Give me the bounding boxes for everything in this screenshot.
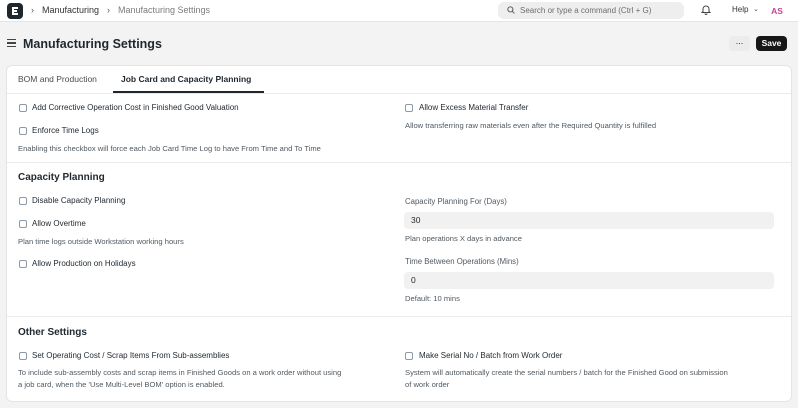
operating-cost-from-subassemblies-label: Set Operating Cost / Scrap Items From Su… [32, 351, 230, 360]
corrective-cost-label: Add Corrective Operation Cost in Finishe… [32, 103, 239, 112]
more-actions-button[interactable]: ... [729, 36, 750, 51]
time-between-operations-input[interactable]: 0 [404, 272, 774, 289]
notification-bell-icon[interactable] [701, 4, 711, 15]
breadcrumb-manufacturing-settings[interactable]: Manufacturing Settings [118, 5, 210, 15]
breadcrumb-chevron-icon: › [107, 5, 110, 15]
breadcrumb-chevron-icon: › [31, 5, 34, 15]
capacity-planning-days-label: Capacity Planning For (Days) [405, 197, 507, 206]
make-serial-batch-label: Make Serial No / Batch from Work Order [419, 351, 563, 360]
search-placeholder: Search or type a command (Ctrl + G) [520, 6, 652, 15]
capacity-planning-days-description: Plan operations X days in advance [405, 234, 522, 243]
capacity-planning-section-title: Capacity Planning [18, 172, 105, 183]
chevron-down-icon[interactable]: ⌄ [753, 5, 759, 13]
disable-capacity-planning-label: Disable Capacity Planning [32, 196, 126, 205]
time-between-operations-description: Default: 10 mins [405, 294, 460, 303]
user-avatar[interactable]: AS [768, 3, 786, 19]
search-bar[interactable]: Search or type a command (Ctrl + G) [498, 2, 684, 19]
save-button[interactable]: Save [756, 36, 787, 51]
other-settings-section-title: Other Settings [18, 327, 87, 338]
tab-bom-and-production[interactable]: BOM and Production [18, 74, 97, 84]
disable-capacity-planning-checkbox[interactable] [19, 197, 27, 205]
make-serial-batch-description-line-1: System will automatically create the ser… [405, 368, 728, 377]
allow-overtime-label: Allow Overtime [32, 219, 86, 228]
section-divider [7, 162, 791, 163]
breadcrumb-manufacturing[interactable]: Manufacturing [42, 5, 99, 15]
make-serial-batch-description-line-2: of work order [405, 380, 450, 389]
allow-overtime-description: Plan time logs outside Workstation worki… [18, 237, 184, 246]
section-divider [7, 316, 791, 317]
allow-excess-transfer-description: Allow transferring raw materials even af… [405, 121, 657, 130]
help-menu[interactable]: Help [732, 5, 748, 14]
page-title: Manufacturing Settings [23, 37, 162, 51]
tabs-divider [7, 93, 791, 94]
enforce-time-logs-description: Enabling this checkbox will force each J… [18, 144, 321, 153]
operating-cost-from-subassemblies-checkbox[interactable] [19, 352, 27, 360]
top-navbar: › Manufacturing › Manufacturing Settings… [0, 0, 798, 22]
operating-cost-description-line-2: a job card, when the 'Use Multi-Level BO… [18, 380, 225, 389]
operating-cost-description-line-1: To include sub-assembly costs and scrap … [18, 368, 342, 377]
enforce-time-logs-label: Enforce Time Logs [32, 126, 99, 135]
allow-overtime-checkbox[interactable] [19, 220, 27, 228]
search-icon [507, 6, 515, 14]
allow-production-on-holidays-checkbox[interactable] [19, 260, 27, 268]
make-serial-batch-checkbox[interactable] [405, 352, 413, 360]
enforce-time-logs-checkbox[interactable] [19, 127, 27, 135]
capacity-planning-days-input[interactable]: 30 [404, 212, 774, 229]
tab-job-card-and-capacity-planning[interactable]: Job Card and Capacity Planning [121, 74, 251, 84]
sidebar-toggle-icon[interactable] [7, 39, 16, 49]
allow-production-on-holidays-label: Allow Production on Holidays [32, 259, 136, 268]
time-between-operations-label: Time Between Operations (Mins) [405, 257, 519, 266]
corrective-cost-checkbox[interactable] [19, 104, 27, 112]
allow-excess-transfer-label: Allow Excess Material Transfer [419, 103, 529, 112]
allow-excess-transfer-checkbox[interactable] [405, 104, 413, 112]
app-logo-icon[interactable] [7, 3, 23, 19]
